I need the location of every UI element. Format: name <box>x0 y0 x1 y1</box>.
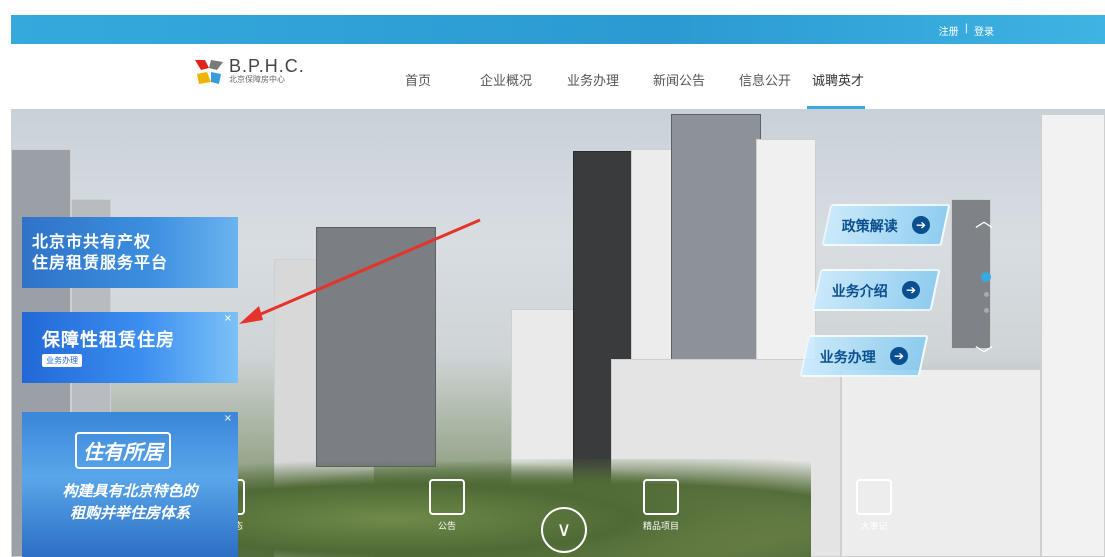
nav-item-home[interactable]: 首页 <box>405 70 431 89</box>
side-button-label: 政策解读 <box>841 219 898 235</box>
banner-line: 租购并举住房体系 <box>69 504 190 522</box>
projects-entry[interactable]: 精品项目 <box>643 479 679 532</box>
banner-line: 北京市共有产权 <box>32 232 152 251</box>
logo-mark-icon <box>195 60 223 84</box>
auth-separator: | <box>964 23 968 34</box>
banner-housing-system[interactable]: 住有所居 构建具有北京特色的 租购并举住房体系 × <box>22 412 238 557</box>
slider-dot-active[interactable] <box>981 272 991 282</box>
trees <box>211 459 811 557</box>
login-link[interactable]: 登录 <box>974 23 994 38</box>
side-button-label: 业务介绍 <box>831 284 888 300</box>
banner-tag: 业务办理 <box>42 354 82 367</box>
close-icon[interactable]: × <box>224 313 232 324</box>
events-label: 大事记 <box>860 522 888 532</box>
nav-item-careers[interactable]: 诚聘英才 <box>812 70 864 89</box>
arrow-right-icon: ➔ <box>890 347 908 365</box>
announcement-label: 公告 <box>437 522 456 532</box>
nav-item-about[interactable]: 企业概况 <box>480 70 532 89</box>
banner-shared-ownership-platform[interactable]: 北京市共有产权 住房租赁服务平台 <box>22 217 238 288</box>
arrow-right-icon: ➔ <box>902 281 920 299</box>
top-bar: 注册 | 登录 <box>11 15 1105 44</box>
briefcase-icon <box>643 479 679 515</box>
slider-dot[interactable] <box>984 292 989 297</box>
building <box>1041 114 1105 557</box>
announcement-icon <box>429 479 465 515</box>
banner-line: 构建具有北京特色的 <box>62 482 198 500</box>
side-button-intro[interactable]: 业务介绍 ➔ <box>811 269 941 311</box>
announcement-entry[interactable]: 公告 <box>429 479 465 532</box>
auth-links: 注册 | 登录 <box>939 23 994 38</box>
events-entry[interactable]: 大事记 <box>856 479 892 532</box>
banner-title: 北京市共有产权 住房租赁服务平台 <box>32 231 168 273</box>
nav-item-disclosure[interactable]: 信息公开 <box>739 70 791 89</box>
scroll-down-button[interactable]: ∨ <box>541 507 587 553</box>
annotation-arrow-icon <box>239 218 481 324</box>
projects-label: 精品项目 <box>643 522 680 532</box>
nav-item-business[interactable]: 业务办理 <box>567 70 619 89</box>
side-button-label: 业务办理 <box>819 350 876 366</box>
chevron-down-icon[interactable]: ﹀ <box>975 341 993 367</box>
chevron-down-circle-icon: ∨ <box>541 507 587 553</box>
chevron-up-icon[interactable]: ︿ <box>975 207 993 233</box>
banner-title: 住有所居 <box>75 432 171 469</box>
arrow-right-icon: ➔ <box>912 216 930 234</box>
banner-text: 构建具有北京特色的 租购并举住房体系 <box>22 480 238 524</box>
logo-subtitle: 北京保障房中心 <box>229 75 285 84</box>
logo-title: B.P.H.C. <box>229 56 305 76</box>
header: B.P.H.C. 北京保障房中心 首页 企业概况 业务办理 新闻公告 信息公开 … <box>0 44 1105 108</box>
side-button-policy[interactable]: 政策解读 ➔ <box>821 204 951 246</box>
side-button-service[interactable]: 业务办理 ➔ <box>799 335 929 377</box>
slider-dot[interactable] <box>984 308 989 313</box>
banner-affordable-rental[interactable]: 保障性租赁住房 业务办理 × <box>22 312 238 383</box>
banner-line: 住房租赁服务平台 <box>32 253 169 272</box>
nav-item-news[interactable]: 新闻公告 <box>653 70 705 89</box>
register-link[interactable]: 注册 <box>939 23 959 38</box>
timeline-icon <box>856 479 892 515</box>
close-icon[interactable]: × <box>224 413 232 424</box>
site-logo[interactable]: B.P.H.C. 北京保障房中心 <box>193 56 305 86</box>
banner-title: 保障性租赁住房 <box>42 330 175 351</box>
